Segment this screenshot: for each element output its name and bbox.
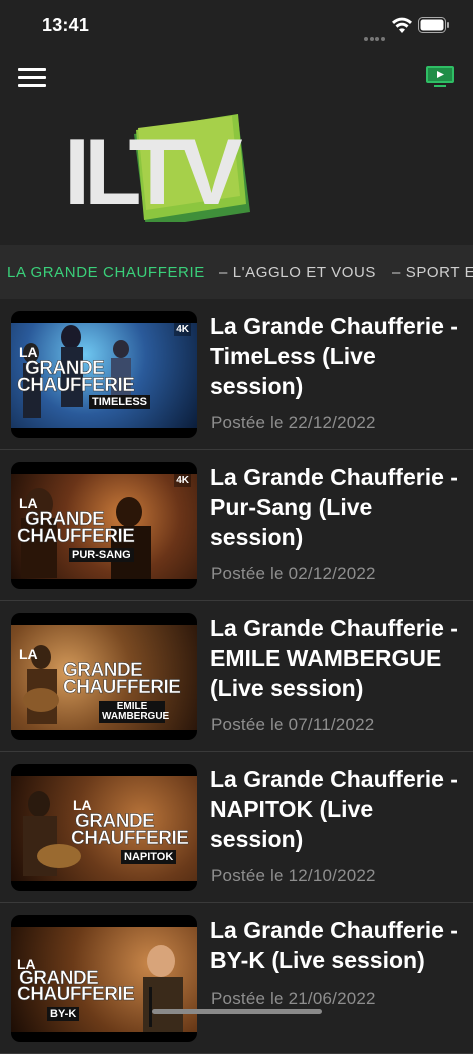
category-tabs: LA GRANDE CHAUFFERIE – L'AGGLO ET VOUS –…: [0, 245, 473, 299]
video-list-item[interactable]: LA GRANDE CHAUFFERIE TIMELESS 4K La Gran…: [0, 299, 473, 450]
video-list-item[interactable]: LA GRANDE CHAUFFERIE NAPITOK La Grande C…: [0, 752, 473, 903]
thumbnail-image: LA GRANDE CHAUFFERIE BY-K: [11, 927, 197, 1032]
video-title[interactable]: La Grande Chaufferie - TimeLess (Live se…: [210, 311, 460, 401]
status-bar: 13:41: [0, 0, 473, 50]
thumbnail-image: LA GRANDE CHAUFFERIE TIMELESS 4K: [11, 323, 197, 428]
video-list-item[interactable]: LA GRANDE CHAUFFERIE EMILE WAMBERGUE La …: [0, 601, 473, 752]
thumbnail-image: LA GRANDE CHAUFFERIE NAPITOK: [11, 776, 197, 881]
video-date: Postée le 12/10/2022: [211, 866, 376, 885]
video-date: Postée le 07/11/2022: [211, 715, 375, 734]
video-title[interactable]: La Grande Chaufferie - Pur-Sang (Live se…: [210, 462, 460, 552]
video-date: Postée le 22/12/2022: [211, 413, 376, 432]
video-thumbnail[interactable]: LA GRANDE CHAUFFERIE EMILE WAMBERGUE: [11, 613, 197, 740]
iltv-logo: ILTV: [64, 114, 250, 222]
4k-badge: 4K: [174, 323, 191, 336]
video-title[interactable]: La Grande Chaufferie - BY-K (Live sessio…: [210, 915, 460, 975]
home-indicator[interactable]: [152, 1009, 322, 1014]
thumbnail-artist-label: BY-K: [47, 1007, 80, 1021]
cellular-signal-icon: [364, 28, 386, 41]
video-date: Postée le 02/12/2022: [211, 564, 376, 583]
video-list-item[interactable]: LA GRANDE CHAUFFERIE PUR-SANG 4K La Gran…: [0, 450, 473, 601]
battery-icon: [418, 17, 449, 33]
category-tab-la-grande-chaufferie[interactable]: LA GRANDE CHAUFFERIE: [7, 264, 205, 281]
video-thumbnail[interactable]: LA GRANDE CHAUFFERIE BY-K: [11, 915, 197, 1042]
wifi-icon: [392, 17, 412, 33]
thumbnail-artist-label: TIMELESS: [89, 395, 151, 409]
video-thumbnail[interactable]: LA GRANDE CHAUFFERIE TIMELESS 4K: [11, 311, 197, 438]
video-list-item[interactable]: LA GRANDE CHAUFFERIE BY-K La Grande Chau…: [0, 903, 473, 1054]
video-title[interactable]: La Grande Chaufferie - NAPITOK (Live ses…: [210, 764, 460, 854]
thumbnail-artist-label: PUR-SANG: [69, 548, 134, 562]
hamburger-menu-icon[interactable]: [18, 68, 46, 90]
video-list: LA GRANDE CHAUFFERIE TIMELESS 4K La Gran…: [0, 299, 473, 1054]
video-thumbnail[interactable]: LA GRANDE CHAUFFERIE NAPITOK: [11, 764, 197, 891]
thumbnail-image: LA GRANDE CHAUFFERIE EMILE WAMBERGUE: [11, 625, 197, 730]
status-time: 13:41: [42, 15, 90, 35]
thumbnail-image: LA GRANDE CHAUFFERIE PUR-SANG 4K: [11, 474, 197, 579]
video-thumbnail[interactable]: LA GRANDE CHAUFFERIE PUR-SANG 4K: [11, 462, 197, 589]
video-date: Postée le 21/06/2022: [211, 989, 376, 1008]
category-tab-agglo-et-vous[interactable]: – L'AGGLO ET VOUS: [219, 264, 376, 281]
app-header: ILTV: [0, 50, 473, 245]
tv-cast-icon[interactable]: [425, 64, 455, 88]
svg-text:ILTV: ILTV: [64, 119, 243, 222]
4k-badge: 4K: [174, 474, 191, 487]
thumbnail-artist-label: NAPITOK: [121, 850, 177, 864]
video-title[interactable]: La Grande Chaufferie - EMILE WAMBERGUE (…: [210, 613, 460, 703]
thumbnail-artist-label: EMILE WAMBERGUE: [99, 701, 169, 723]
category-tab-sport[interactable]: – SPORT E: [392, 264, 473, 281]
